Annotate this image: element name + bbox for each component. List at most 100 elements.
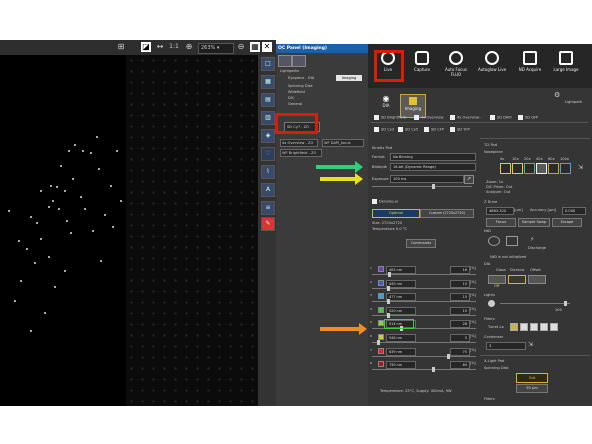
brightfield-button[interactable]: WF Brightfield - ZO: [280, 149, 322, 157]
laser-enable-checkbox[interactable]: [378, 306, 384, 313]
denoise-checkbox[interactable]: Denoise.ai: [372, 199, 398, 204]
autoglow-button[interactable]: Autoglow Live: [476, 46, 508, 86]
objective-button[interactable]: [536, 163, 547, 174]
zoom-out-icon[interactable]: ⊖: [236, 42, 246, 52]
dichroic-select[interactable]: [508, 275, 526, 284]
condenser-select[interactable]: 3: [486, 342, 526, 350]
offset-select[interactable]: [528, 275, 546, 284]
annotation-icon[interactable]: ✎: [261, 217, 275, 231]
graph-icon[interactable]: ⌇: [261, 165, 275, 179]
laser-power-field[interactable]: 15: [450, 306, 470, 315]
accuracy-field[interactable]: 0.000: [562, 207, 586, 215]
preset-sd-dapi[interactable]: SD DAPI: [490, 115, 512, 120]
exposure-auto-icon[interactable]: ⇗: [464, 175, 474, 184]
layers-icon[interactable]: ◈: [261, 129, 275, 143]
preset-sd-cy3[interactable]: SD Cy3: [374, 127, 394, 132]
lightpath-tab[interactable]: Lightpath: [565, 100, 582, 104]
laser-power-thumb[interactable]: [387, 312, 390, 318]
turret-pos-1[interactable]: [510, 323, 518, 331]
layout-list-icon[interactable]: [292, 55, 306, 67]
spinning-disk-label[interactable]: Spinning Disk: [288, 84, 313, 88]
stack-icon[interactable]: ▤: [261, 93, 275, 107]
turret-pos-4[interactable]: [540, 323, 548, 331]
lights-slider-thumb[interactable]: [564, 301, 567, 306]
laser-power-thumb[interactable]: [447, 353, 450, 359]
laser-power-field[interactable]: 5: [450, 334, 470, 342]
preset-sd-yfp[interactable]: SD YFP: [450, 127, 470, 132]
general-label[interactable]: General: [288, 102, 302, 106]
objective-button[interactable]: [512, 163, 523, 174]
laser-power-slider[interactable]: [372, 355, 476, 357]
objective-button[interactable]: [524, 163, 535, 174]
discharge-icon[interactable]: ⚡: [530, 236, 542, 244]
objective-button[interactable]: [548, 163, 559, 174]
settings-gear-icon[interactable]: ⚙: [554, 91, 560, 99]
zoom-in-icon[interactable]: ⊕: [184, 42, 194, 52]
laser-power-thumb[interactable]: [387, 285, 390, 291]
scale-label[interactable]: 1:1: [168, 42, 180, 52]
heart-icon[interactable]: ♡: [261, 147, 275, 161]
focus-button[interactable]: Focus: [486, 218, 516, 227]
dic-label[interactable]: DIC: [288, 96, 294, 100]
laser-power-field[interactable]: 28: [450, 320, 470, 329]
nd-acquire-button[interactable]: ND Acquire: [514, 46, 546, 86]
ntd-dial-icon[interactable]: [488, 236, 500, 246]
dapi-focus-button[interactable]: WF DAPI_focus: [322, 139, 364, 147]
fit-width-icon[interactable]: ↔: [155, 42, 165, 52]
pinhole-select[interactable]: 50 µm: [516, 384, 548, 393]
condenser-settings-icon[interactable]: ⇲: [528, 341, 533, 348]
split-icon[interactable]: ▦: [250, 42, 260, 52]
preset-sd-cfp[interactable]: SD CFP: [424, 127, 444, 132]
laser-enable-checkbox[interactable]: [378, 279, 384, 286]
laser-power-field[interactable]: 15: [450, 293, 470, 302]
autofocus-button[interactable]: Auto Focus FLUO: [440, 46, 472, 86]
laser-power-field[interactable]: 60: [450, 361, 470, 370]
optimal-button[interactable]: Optimal: [372, 209, 420, 218]
preset-sd-gfp[interactable]: SD GFP: [518, 115, 538, 120]
widefield-label[interactable]: Widefield: [288, 90, 305, 94]
large-image-button[interactable]: Large Image: [550, 46, 582, 86]
layout-icon[interactable]: ▥: [261, 111, 275, 125]
exposure-slider-thumb[interactable]: [432, 184, 435, 189]
escape-button[interactable]: Escape: [552, 218, 582, 227]
objective-button[interactable]: [560, 163, 571, 174]
fit-icon[interactable]: ◪: [141, 42, 151, 52]
eyepiece-label[interactable]: Eyepiece - DIA: [288, 76, 314, 80]
laser-power-thumb[interactable]: [377, 340, 380, 345]
turret-pos-5[interactable]: [550, 323, 558, 331]
grid-icon[interactable]: ▦: [261, 75, 275, 89]
overview-button[interactable]: 4x Overview - ZO: [280, 139, 318, 147]
channel-icon[interactable]: ⊞: [116, 42, 126, 52]
list-icon[interactable]: ≡: [261, 201, 275, 215]
preset-4x-overview-2[interactable]: 4x Overview -: [450, 115, 482, 120]
laser-power-slider[interactable]: [372, 342, 476, 343]
dia-tab[interactable]: ◉ DIA: [374, 94, 398, 116]
disk-out-button[interactable]: Out: [516, 373, 548, 383]
laser-power-slider[interactable]: [372, 369, 476, 371]
laser-enable-checkbox[interactable]: [378, 361, 384, 368]
laser-power-field[interactable]: 15: [450, 279, 470, 288]
preset-sd-cy5[interactable]: SD Cy5: [398, 127, 418, 132]
ntd-fill-icon[interactable]: [506, 236, 518, 246]
roi-icon[interactable]: □: [261, 57, 275, 71]
laser-enable-checkbox[interactable]: [378, 266, 384, 272]
laser-power-field[interactable]: 16: [450, 266, 470, 274]
laser-power-thumb[interactable]: [388, 272, 391, 277]
imaging-path-button[interactable]: Imaging: [336, 75, 362, 81]
turret-pos-3[interactable]: [530, 323, 538, 331]
text-icon[interactable]: A: [261, 183, 275, 197]
commands-button[interactable]: Commands: [406, 239, 436, 248]
preset-sd-brightfield[interactable]: SD Brightfield: [374, 115, 406, 120]
bitdepth-select[interactable]: 16-bit (Dynamic Range): [390, 163, 476, 171]
close-icon[interactable]: ✕: [262, 42, 272, 52]
laser-power-field[interactable]: 75: [450, 347, 470, 356]
laser-power-thumb[interactable]: [432, 367, 435, 373]
glass-select[interactable]: [488, 275, 506, 284]
laser-enable-checkbox[interactable]: [378, 347, 384, 354]
preset-4x-overview[interactable]: 4x Overview: [414, 115, 443, 120]
turret-pos-2[interactable]: [520, 323, 528, 331]
laser-power-thumb[interactable]: [387, 299, 390, 305]
objective-button[interactable]: [500, 163, 511, 174]
objective-settings-icon[interactable]: ⇲: [578, 164, 583, 171]
sample-swap-button[interactable]: Sample Swap: [518, 218, 550, 227]
